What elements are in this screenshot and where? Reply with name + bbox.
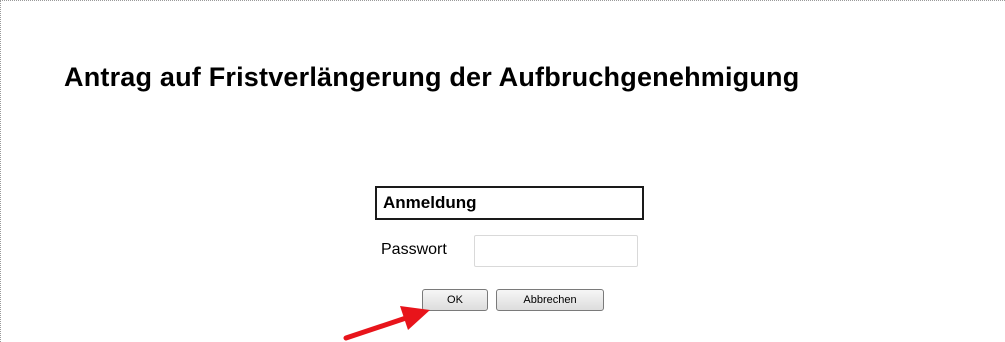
- red-arrow-icon: [343, 306, 430, 341]
- page-title: Antrag auf Fristverlängerung der Aufbruc…: [64, 62, 800, 92]
- password-input[interactable]: [474, 235, 638, 267]
- login-header: Anmeldung: [375, 186, 644, 220]
- cancel-button[interactable]: Abbrechen: [496, 289, 604, 311]
- password-label: Passwort: [381, 241, 447, 258]
